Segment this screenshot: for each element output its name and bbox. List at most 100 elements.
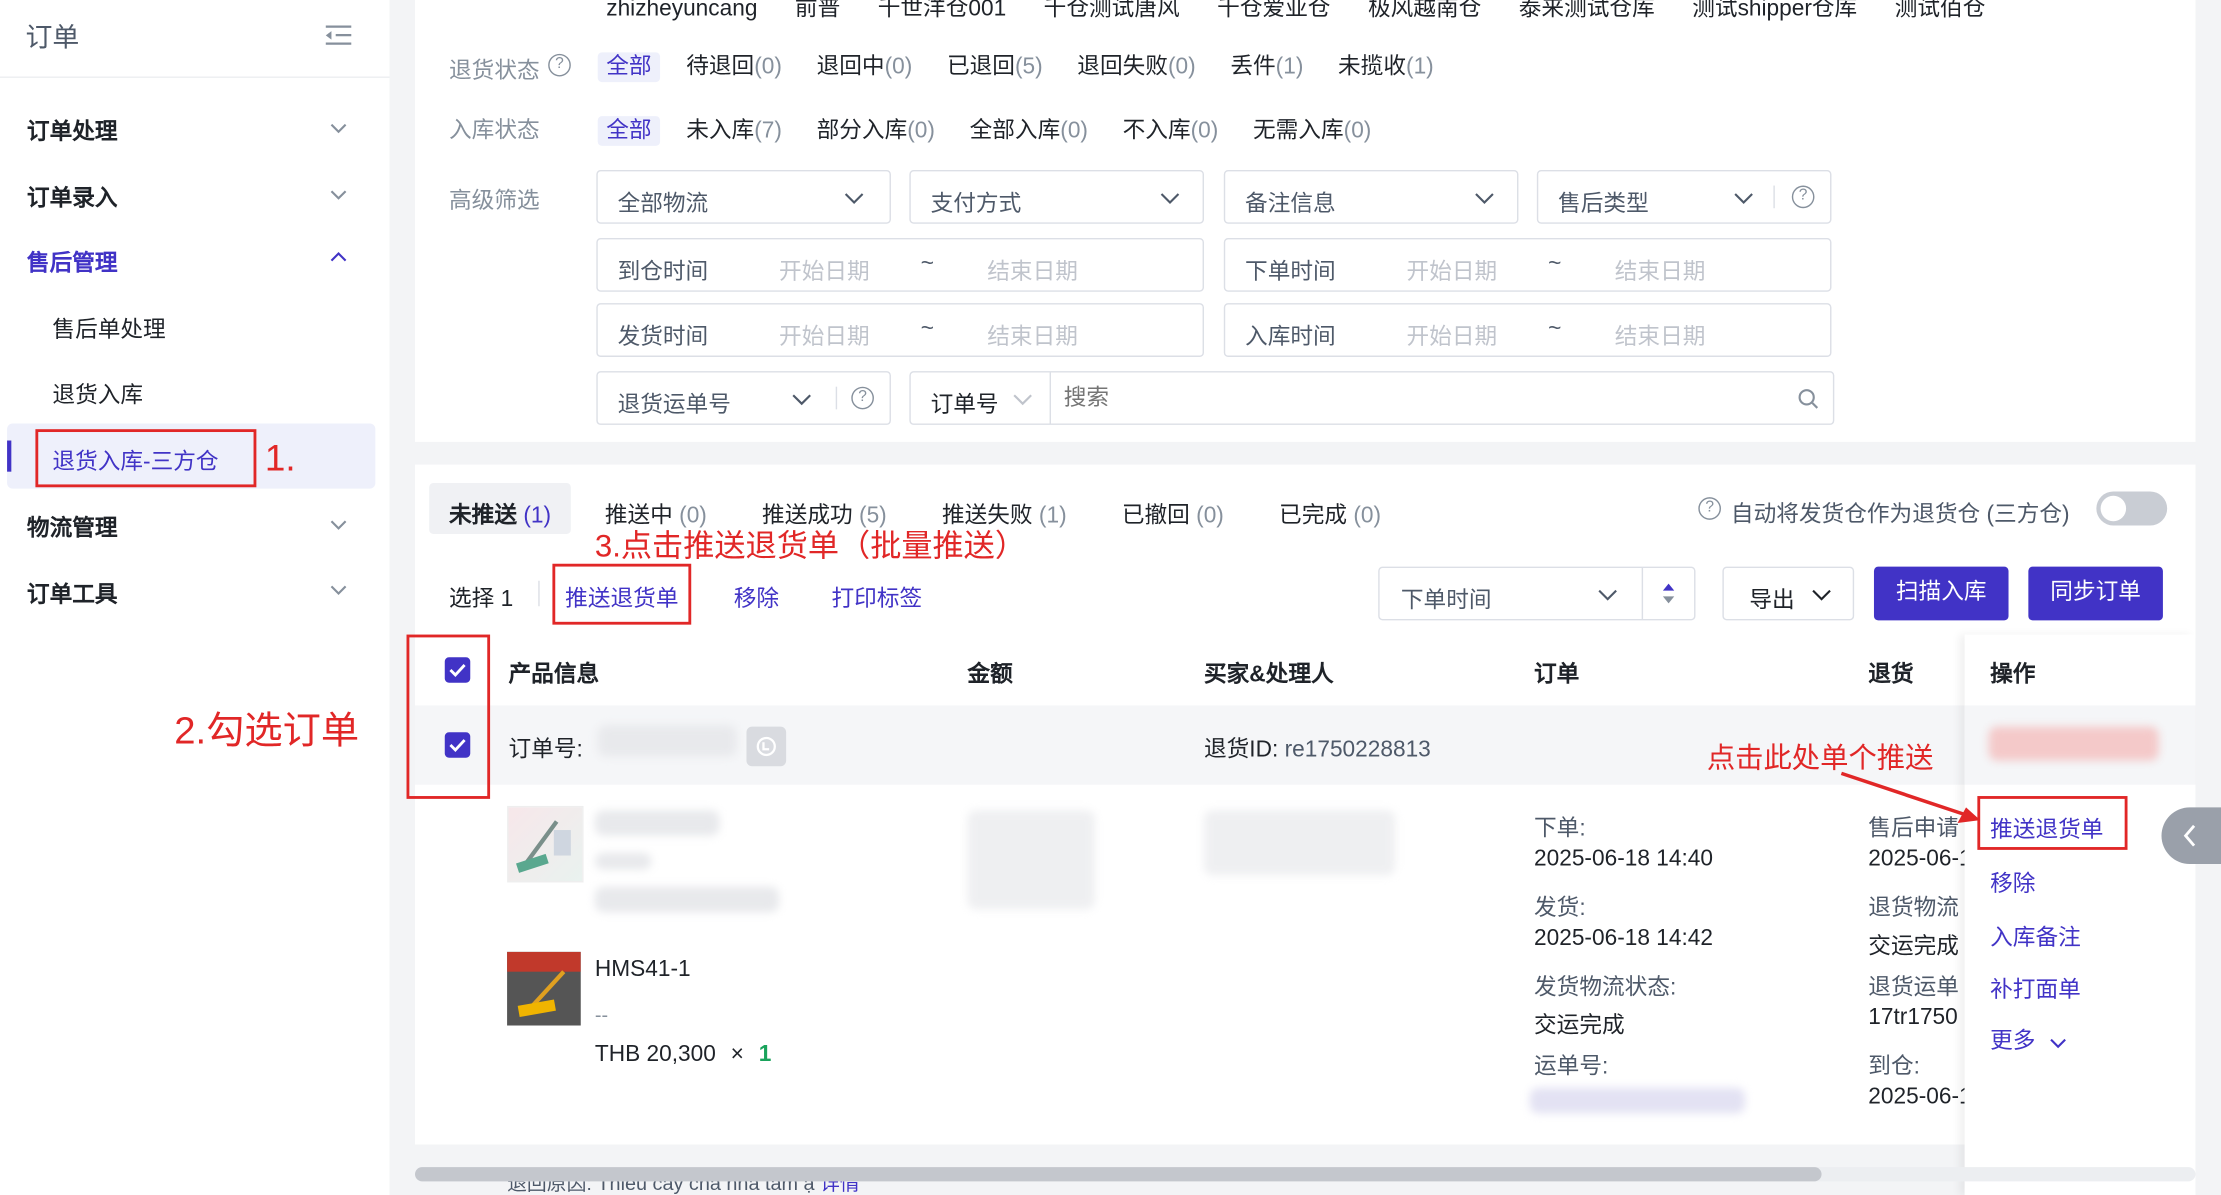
after-sales-type-select[interactable]: 售后类型 ? [1536,169,1832,224]
inbound-date-range[interactable]: 入库时间 开始日期 ~ 结束日期 [1223,303,1832,357]
selected-count: 选择 1 [449,587,514,612]
chevron-up-icon[interactable] [330,249,347,266]
chevron-down-icon [1812,589,1831,601]
warehouse-chip[interactable]: 千世洋仓001 [878,0,1006,21]
help-icon[interactable]: ? [1698,497,1721,520]
order-number-select[interactable]: 订单号 [931,385,999,419]
chevron-down-icon[interactable] [1013,390,1033,410]
order-number-redacted [597,725,737,757]
nav-item-return-inbound[interactable]: 退货入库 [52,375,143,409]
header-buyer: 买家&处理人 [1203,662,1334,687]
annotation-box-push [552,563,692,625]
chevron-down-icon[interactable] [330,516,347,533]
search-input[interactable] [1060,378,1775,421]
nav-group-order-tools[interactable]: 订单工具 [27,575,118,609]
chevron-down-icon [1598,589,1617,601]
order-date-range[interactable]: 下单时间 开始日期 ~ 结束日期 [1223,237,1832,292]
sync-order-button[interactable]: 同步订单 [2028,566,2163,621]
annotation-box-single-push [1977,796,2128,850]
horizontal-scrollbar-thumb[interactable] [415,1167,1822,1182]
warehouse-chip[interactable]: 测试shipper仓库 [1692,0,1857,21]
warehouse-chip[interactable]: 千仓测试唐风 [1044,0,1180,21]
ship-date-range[interactable]: 发货时间 开始日期 ~ 结束日期 [596,303,1204,357]
inbound-status-options: 全部 未入库(7) 部分入库(0) 全部入库(0) 不入库(0) 无需入库(0) [597,110,1371,146]
return-status-option[interactable]: 退回中(0) [817,55,913,79]
sort-order-icon[interactable] [1661,582,1675,605]
ship-logistics-label: 发货物流状态: [1534,975,1677,1001]
more-actions-button[interactable]: 更多 [1990,1021,2067,1055]
return-status-option[interactable]: 退回失败(0) [1077,55,1195,79]
logistics-select[interactable]: 全部物流 [596,169,891,224]
print-label-button[interactable]: 打印标签 [831,579,922,613]
tab-withdrawn[interactable]: 已撤回 (0) [1122,496,1224,530]
inbound-status-option[interactable]: 全部入库(0) [970,119,1088,143]
nav-active-indicator [7,440,12,472]
return-status-options: 全部 待退回(0) 退回中(0) 已退回(5) 退回失败(0) 丢件(1) 未揽… [597,47,1434,83]
chevron-down-icon[interactable] [330,186,347,203]
product-variant: -- [594,1002,609,1026]
inbound-status-option[interactable]: 部分入库(0) [817,119,935,143]
ship-value: 2025-06-18 14:42 [1534,926,1713,951]
annotation-step1: 1. [264,436,296,479]
help-icon[interactable]: ? [1791,185,1815,209]
warehouse-chip[interactable]: zhizheyuncang [606,0,757,21]
return-status-option[interactable]: 待退回(0) [686,55,782,79]
help-icon[interactable]: ? [851,386,874,410]
side-panel-toggle[interactable] [2161,807,2221,865]
remove-row-button[interactable]: 移除 [1990,864,2035,898]
return-logistics-label: 退货物流 [1868,896,1959,921]
warehouse-chip[interactable]: 测试佰仓 [1895,0,1986,21]
warehouse-row: zhizheyuncang 前普 千世洋仓001 千仓测试唐风 千仓爱亚仓 极风… [606,0,1985,23]
export-button[interactable]: 导出 [1722,566,1855,621]
auto-warehouse-label: 自动将发货仓作为退货仓 (三方仓) [1730,502,2070,527]
inbound-status-option[interactable]: 不入库(0) [1123,119,1219,143]
return-status-option[interactable]: 丢件(1) [1230,55,1303,79]
product-price: THB 20,300 × 1 [594,1042,772,1067]
inbound-note-button[interactable]: 入库备注 [1990,918,2081,952]
chevron-left-icon [2183,824,2196,847]
collapse-menu-icon[interactable] [324,23,352,48]
inbound-status-option[interactable]: 未入库(7) [686,119,782,143]
remove-button[interactable]: 移除 [734,579,779,613]
nav-group-order-entry[interactable]: 订单录入 [27,178,118,212]
return-status-all[interactable]: 全部 [597,52,661,83]
return-info-column: 售后申请 2025-06-1 退货物流 交运完成 退货运单 17tr1750 到… [1868,793,1964,1133]
nav-group-order-processing[interactable]: 订单处理 [27,112,118,146]
product-image [507,951,581,1026]
sort-select[interactable]: 下单时间 [1378,566,1696,621]
return-status-option[interactable]: 未揽收(1) [1338,55,1434,79]
chevron-down-icon [1734,193,1753,205]
scan-inbound-button[interactable]: 扫描入库 [1873,566,2009,621]
redacted-status [1988,726,2159,761]
nav-group-after-sales[interactable]: 售后管理 [27,244,118,278]
warehouse-chip[interactable]: 千仓爱亚仓 [1217,0,1330,21]
arrival-label: 到仓: [1868,1055,1920,1080]
payment-select[interactable]: 支付方式 [909,169,1204,224]
warehouse-chip[interactable]: 泰来测试仓库 [1519,0,1655,21]
chevron-down-icon[interactable] [330,119,347,136]
chevron-down-icon[interactable] [330,581,347,598]
arrival-date-range[interactable]: 到仓时间 开始日期 ~ 结束日期 [596,237,1204,292]
header-product: 产品信息 [508,662,600,687]
divider [1773,185,1775,209]
sidebar-title: 订单 [25,24,80,54]
ship-label: 发货: [1534,896,1586,921]
tab-unpushed[interactable]: 未推送 (1) [449,496,551,530]
help-icon[interactable]: ? [548,53,571,77]
order-search-group: 订单号 [909,371,1835,425]
auto-warehouse-toggle[interactable] [2096,491,2168,526]
search-icon[interactable] [1797,388,1819,409]
reprint-label-button[interactable]: 补打面单 [1990,970,2081,1004]
return-status-option[interactable]: 已退回(5) [947,55,1043,79]
warehouse-chip[interactable]: 前普 [795,0,840,21]
nav-group-logistics[interactable]: 物流管理 [27,509,118,543]
inbound-status-all[interactable]: 全部 [597,116,661,146]
copy-order-button[interactable] [746,726,787,767]
annotation-box-checkbox [406,634,491,799]
remark-select[interactable]: 备注信息 [1223,169,1519,224]
tab-completed[interactable]: 已完成 (0) [1279,496,1381,530]
warehouse-chip[interactable]: 极风越南仓 [1368,0,1481,21]
inbound-status-option[interactable]: 无需入库(0) [1253,119,1371,143]
return-tracking-select[interactable]: 退货运单号 ? [596,371,891,425]
nav-item-after-sales-processing[interactable]: 售后单处理 [52,310,165,344]
